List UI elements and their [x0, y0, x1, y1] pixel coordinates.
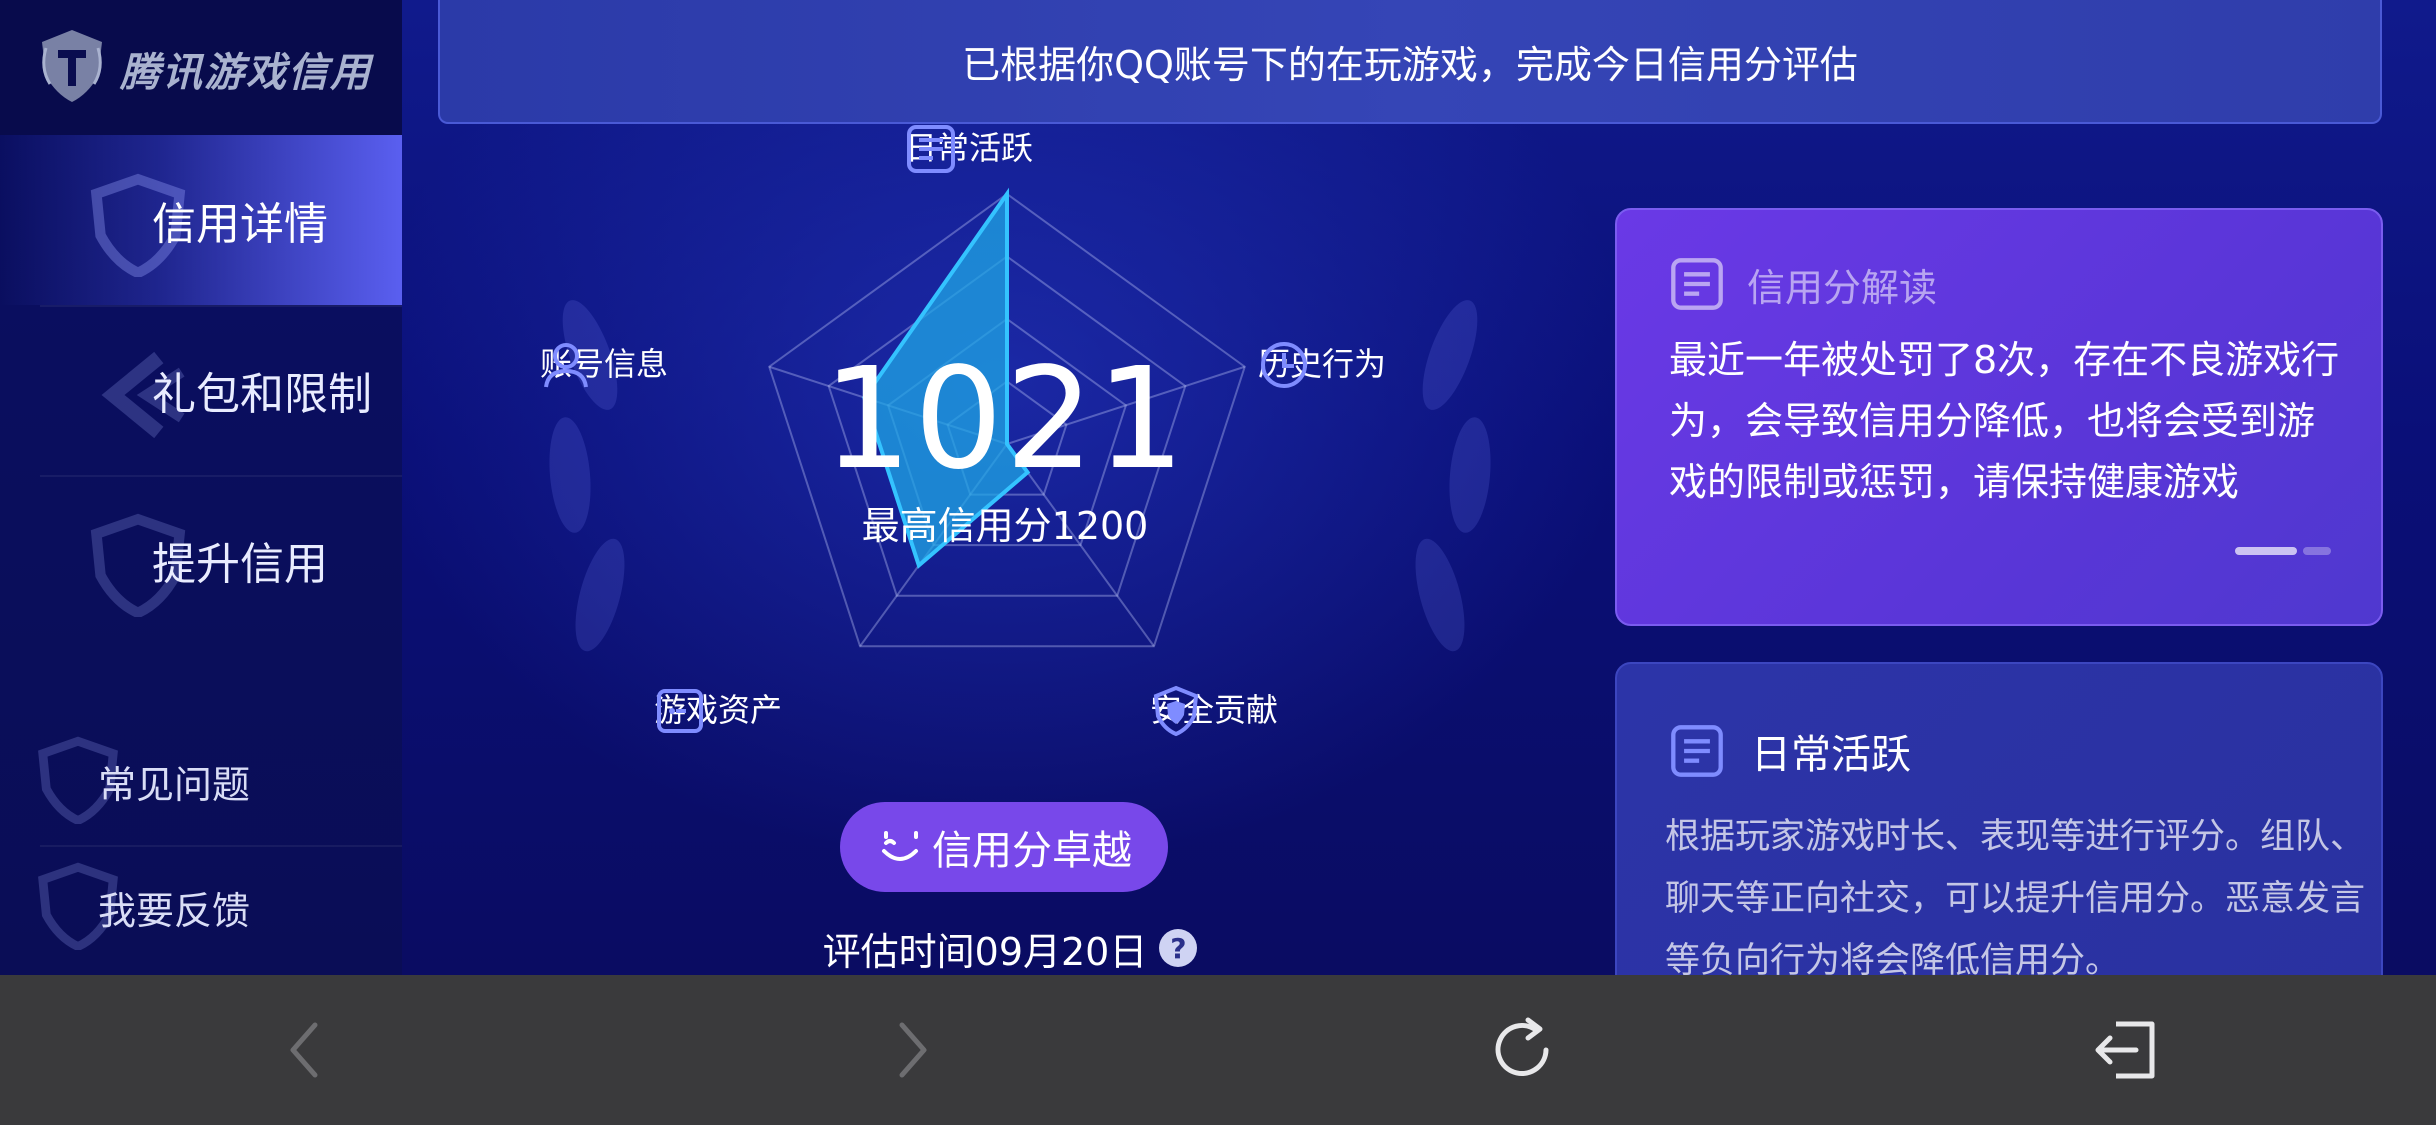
sidebar-link-faq[interactable]: 常见问题 — [0, 720, 402, 840]
card-title: 日常活跃 — [1751, 732, 1911, 778]
card-body: 最近一年被处罚了8次，存在不良游戏行为，会导致信用分降低，也将会受到游戏的限制或… — [1669, 338, 2340, 504]
help-icon[interactable]: ? — [1159, 929, 1198, 967]
app-view: 腾讯游戏信用 信用详情 礼包和限制 提升信用 常见问题 我要反馈 已根据你QQ账… — [0, 0, 2436, 975]
card-body: 根据玩家游戏时长、表现等进行评分。组队、聊天等正向社交，可以提升信用分。恶意发言… — [1665, 817, 2366, 975]
smile-icon — [882, 831, 918, 861]
daily-activity-card[interactable]: 日常活跃 根据玩家游戏时长、表现等进行评分。组队、聊天等正向社交，可以提升信用分… — [1615, 662, 2383, 975]
sidebar-link-label: 常见问题 — [98, 763, 251, 807]
exit-button[interactable] — [2076, 1000, 2176, 1100]
credit-grade-label: 信用分卓越 — [932, 828, 1132, 874]
credit-score-max: 最高信用分1200 — [861, 504, 1149, 548]
document-icon — [1671, 725, 1723, 777]
axis-label-history: 历史行为 — [1258, 339, 1386, 388]
axis-label-game-assets: 游戏资产 — [654, 685, 782, 733]
page-dot-active — [2235, 547, 2297, 555]
sidebar: 腾讯游戏信用 信用详情 礼包和限制 提升信用 常见问题 我要反馈 — [0, 0, 402, 975]
axis-label-daily-activity: 日常活跃 — [905, 123, 1033, 173]
card-header: 日常活跃 — [1669, 722, 1911, 780]
axis-label-security: 安全贡献 — [1150, 685, 1278, 737]
user-icon — [544, 343, 588, 388]
sidebar-link-feedback[interactable]: 我要反馈 — [0, 846, 402, 966]
evaluation-time-label: 评估时间09月20日 — [822, 929, 1148, 974]
sidebar-item-improve-credit[interactable]: 提升信用 — [0, 475, 402, 645]
card-title: 信用分解读 — [1747, 265, 1938, 310]
credit-score: 1021 — [822, 338, 1188, 501]
axis-label-account-info: 账号信息 — [540, 339, 668, 388]
card-header: 信用分解读 — [1669, 256, 1937, 312]
clock-icon — [1261, 342, 1307, 388]
document-icon — [907, 125, 955, 173]
forward-button[interactable] — [862, 1000, 962, 1100]
exit-icon — [2095, 1021, 2155, 1079]
evaluation-time: 评估时间09月20日 ? — [810, 922, 1210, 974]
brand-header: 腾讯游戏信用 — [0, 0, 402, 135]
sidebar-item-label: 信用详情 — [152, 199, 328, 250]
document-icon — [1671, 258, 1723, 310]
status-banner: 已根据你QQ账号下的在玩游戏，完成今日信用分评估 — [438, 0, 2382, 124]
credit-interpretation-card[interactable]: 信用分解读 最近一年被处罚了8次，存在不良游戏行为，会导致信用分降低，也将会受到… — [1615, 208, 2383, 626]
sidebar-item-label: 礼包和限制 — [152, 369, 372, 420]
refresh-icon — [1495, 1017, 1549, 1076]
browser-toolbar — [0, 975, 2436, 1125]
brand-logo-icon — [42, 30, 102, 102]
shield-icon — [1153, 685, 1199, 737]
back-arrow-icon — [290, 1022, 318, 1078]
brand-name: 腾讯游戏信用 — [120, 50, 372, 96]
sidebar-item-label: 提升信用 — [152, 539, 328, 590]
sidebar-item-gifts-limits[interactable]: 礼包和限制 — [0, 305, 402, 475]
page-dot — [2303, 547, 2331, 555]
sidebar-item-credit-details[interactable]: 信用详情 — [0, 135, 402, 305]
credit-grade-badge[interactable]: 信用分卓越 — [840, 802, 1168, 892]
refresh-button[interactable] — [1472, 1000, 1572, 1100]
back-button[interactable] — [255, 1000, 355, 1100]
forward-arrow-icon — [899, 1022, 927, 1078]
sidebar-link-label: 我要反馈 — [98, 889, 251, 933]
wallet-icon — [657, 689, 703, 733]
